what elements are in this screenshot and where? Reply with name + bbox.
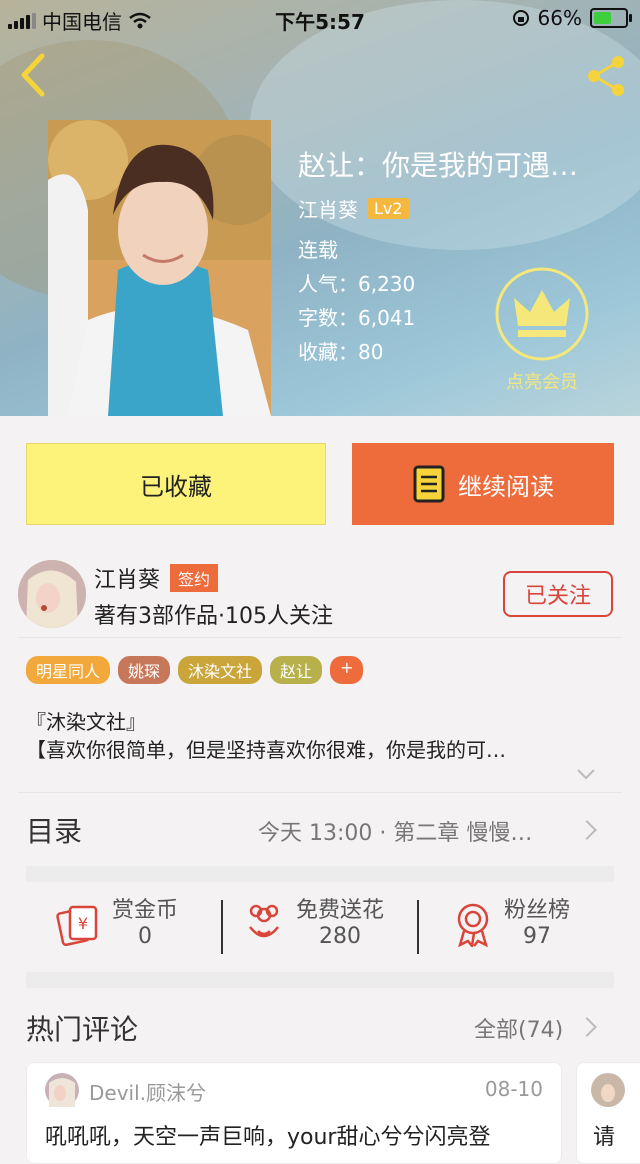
status-bar: 中国电信 下午5:57 66% <box>0 0 640 36</box>
level-badge: Lv2 <box>368 198 409 219</box>
medal-icon <box>457 903 489 947</box>
author-name-row: 江肖葵 签约 <box>94 562 219 594</box>
flowers-value: 280 <box>319 924 361 949</box>
commenter-avatar[interactable] <box>591 1073 625 1107</box>
tag[interactable]: 沐染文社 <box>178 656 263 684</box>
red-envelope-icon: ¥ <box>56 905 98 947</box>
follow-button[interactable]: 已关注 <box>503 571 613 617</box>
tag-list: 明星同人 姚琛 沐染文社 赵让 + <box>26 656 364 684</box>
author-avatar[interactable] <box>18 560 86 628</box>
commenter-avatar[interactable] <box>45 1073 79 1107</box>
divider <box>18 792 622 793</box>
crown-icon[interactable] <box>494 266 590 362</box>
all-comments-link[interactable]: 全部(74) <box>474 1012 563 1044</box>
favorited-button[interactable]: 已收藏 <box>26 443 326 525</box>
hot-comments-title: 热门评论 <box>26 1013 139 1046</box>
description-line: 【喜欢你很简单，但是坚持喜欢你很难，你是我的可… <box>26 738 506 762</box>
author-name[interactable]: 江肖葵 <box>94 562 160 594</box>
stat-separator <box>417 900 419 954</box>
signed-badge: 签约 <box>170 564 219 592</box>
toc-title[interactable]: 目录 <box>26 810 82 850</box>
author-info: 著有3部作品·105人关注 <box>94 604 333 629</box>
comment-text: 吼吼吼，天空一声巨响，your甜心兮兮闪亮登 <box>45 1125 491 1150</box>
reward-value: 0 <box>138 924 152 949</box>
cover-image <box>48 120 271 416</box>
book-author-row: 江肖葵 Lv2 <box>298 194 409 223</box>
svg-text:¥: ¥ <box>78 914 88 933</box>
stat-separator <box>221 900 223 954</box>
comment-card[interactable]: 请 <box>576 1062 640 1164</box>
battery-percent: 66% <box>537 6 582 30</box>
reward-label: 赏金币 <box>112 898 179 923</box>
fans-label: 粉丝榜 <box>504 898 571 923</box>
comment-text: 请 <box>593 1125 616 1150</box>
book-header: 中国电信 下午5:57 66% 赵让：你是我的可遇… 江肖葵 Lv2 连载 人气… <box>0 0 640 416</box>
tag[interactable]: 姚琛 <box>118 656 171 684</box>
latest-chapter[interactable]: 今天 13:00 · 第二章 慢慢… <box>258 815 532 847</box>
reward-coins-button[interactable]: ¥ 赏金币 0 <box>56 898 178 950</box>
comment-date: 08-10 <box>484 1077 543 1101</box>
divider <box>18 637 622 638</box>
fans-value: 97 <box>523 924 551 949</box>
description-line: 『沐染文社』 <box>26 710 146 734</box>
comment-card[interactable]: Devil.顾沫兮 08-10 吼吼吼，天空一声巨响，your甜心兮兮闪亮登 <box>26 1062 562 1164</box>
share-icon[interactable] <box>582 52 630 100</box>
continue-reading-label: 继续阅读 <box>458 472 554 501</box>
rotation-lock-icon <box>512 10 529 26</box>
back-icon[interactable] <box>14 50 54 100</box>
section-separator <box>26 972 614 988</box>
chevron-right-icon <box>577 820 597 840</box>
fans-ranking-button[interactable]: 粉丝榜 97 <box>452 898 570 950</box>
book-author[interactable]: 江肖葵 <box>298 194 358 223</box>
chevron-right-icon <box>577 1017 597 1037</box>
popularity-stat: 人气：6,230 <box>298 272 416 296</box>
battery-icon <box>590 8 632 28</box>
section-separator <box>26 866 614 882</box>
continue-reading-button[interactable]: 继续阅读 <box>352 443 614 525</box>
expand-icon[interactable] <box>574 766 598 782</box>
commenter-name[interactable]: Devil.顾沫兮 <box>89 1077 206 1106</box>
flowers-label: 免费送花 <box>296 898 385 923</box>
book-status: 连载 <box>298 238 338 262</box>
add-tag-button[interactable]: + <box>330 656 364 684</box>
tag[interactable]: 明星同人 <box>26 656 111 684</box>
tag[interactable]: 赵让 <box>270 656 323 684</box>
free-flowers-button[interactable]: 免费送花 280 <box>242 898 384 950</box>
vip-label[interactable]: 点亮会员 <box>482 368 602 394</box>
book-icon <box>413 465 445 503</box>
book-cover[interactable] <box>48 120 271 416</box>
favorites-stat: 收藏：80 <box>298 340 384 364</box>
word-count-stat: 字数：6,041 <box>298 306 416 330</box>
flower-icon <box>249 904 279 938</box>
book-title: 赵让：你是我的可遇… <box>298 149 579 182</box>
